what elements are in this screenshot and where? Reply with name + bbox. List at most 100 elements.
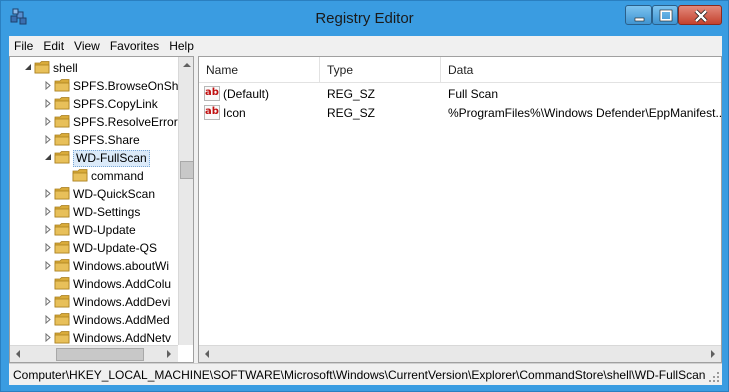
menu-bar: File Edit View Favorites Help: [9, 36, 722, 56]
folder-icon: [54, 259, 70, 272]
list-row[interactable]: ab Icon REG_SZ %ProgramFiles%\Windows Defen…: [199, 103, 721, 122]
tree-item[interactable]: Windows.aboutWi: [10, 257, 180, 275]
folder-icon: [54, 295, 70, 308]
list-row[interactable]: ab (Default) REG_SZ Full Scan: [199, 84, 721, 103]
tree-item[interactable]: WD-QuickScan: [10, 185, 180, 203]
close-icon: [694, 9, 708, 23]
cell-data: %ProgramFiles%\Windows Defender\EppManif…: [448, 106, 722, 120]
menu-favorites[interactable]: Favorites: [105, 36, 164, 56]
tree-item[interactable]: Windows.AddColu: [10, 275, 180, 293]
string-value-icon: ab: [204, 105, 220, 120]
minimize-icon: [634, 17, 645, 22]
expand-arrow-icon[interactable]: [44, 315, 52, 324]
tree-item-label: SPFS.BrowseOnSha: [73, 79, 186, 93]
cell-type: REG_SZ: [327, 106, 376, 120]
tree-item[interactable]: SPFS.ResolveError: [10, 113, 180, 131]
folder-icon: [34, 61, 50, 74]
expand-arrow-icon[interactable]: [44, 135, 52, 144]
tree-item-label: SPFS.Share: [73, 133, 140, 147]
registry-editor-window: Registry Editor File Edit View Favorites Hel…: [0, 0, 729, 392]
resize-grip-icon[interactable]: [708, 371, 720, 383]
folder-icon: [72, 169, 88, 182]
folder-icon: [54, 97, 70, 110]
folder-icon: [54, 223, 70, 236]
tree-item[interactable]: WD-FullScan: [10, 149, 180, 167]
scroll-right-icon[interactable]: [161, 346, 177, 362]
tree-item[interactable]: shell: [10, 59, 180, 77]
expand-arrow-icon[interactable]: [44, 243, 52, 252]
cell-type: REG_SZ: [327, 87, 376, 101]
expand-arrow-icon[interactable]: [44, 117, 52, 126]
tree-item-label: SPFS.CopyLink: [73, 97, 158, 111]
expand-arrow-icon[interactable]: [44, 297, 52, 306]
expand-arrow-icon[interactable]: [44, 189, 52, 198]
column-header-data[interactable]: Data: [441, 57, 721, 83]
expand-arrow-icon[interactable]: [44, 99, 52, 108]
tree-item-label: Windows.AddMed: [73, 313, 170, 327]
menu-view[interactable]: View: [69, 36, 105, 56]
tree-item[interactable]: Windows.AddMed: [10, 311, 180, 329]
expand-arrow-icon[interactable]: [44, 261, 52, 270]
tree-item[interactable]: Windows.AddDevi: [10, 293, 180, 311]
folder-icon: [54, 151, 70, 164]
tree-item-label: WD-Update: [73, 223, 136, 237]
tree-item-label: WD-QuickScan: [73, 187, 156, 201]
column-header-type[interactable]: Type: [320, 57, 441, 83]
minimize-button[interactable]: [625, 5, 652, 25]
tree-item-label: Windows.AddDevi: [73, 295, 171, 309]
tree-item-label: Windows.AddNetv: [73, 331, 172, 345]
expand-arrow-icon[interactable]: [44, 207, 52, 216]
status-bar: Computer\HKEY_LOCAL_MACHINE\SOFTWARE\Mic…: [9, 363, 722, 385]
tree-item[interactable]: WD-Update-QS: [10, 239, 180, 257]
tree-horizontal-scrollbar[interactable]: [10, 345, 178, 362]
tree-item-label: SPFS.ResolveError: [73, 115, 178, 129]
tree-item[interactable]: SPFS.CopyLink: [10, 95, 180, 113]
tree-item-label: Windows.aboutWi: [73, 259, 170, 273]
expand-arrow-icon[interactable]: [44, 225, 52, 234]
expand-arrow-icon[interactable]: [44, 81, 52, 90]
folder-icon: [54, 187, 70, 200]
scroll-left-icon[interactable]: [10, 346, 26, 362]
tree-item[interactable]: SPFS.Share: [10, 131, 180, 149]
tree-item-label: shell: [53, 61, 78, 75]
collapse-arrow-icon[interactable]: [44, 153, 52, 162]
cell-name: Icon: [223, 106, 246, 120]
cell-name: (Default): [223, 87, 270, 101]
tree-item[interactable]: WD-Update: [10, 221, 180, 239]
string-value-icon: ab: [204, 86, 220, 101]
menu-edit[interactable]: Edit: [38, 36, 69, 56]
menu-file[interactable]: File: [9, 36, 38, 56]
collapse-arrow-icon[interactable]: [24, 63, 32, 72]
registry-values-list[interactable]: Name Type Data ab (Default) REG_SZ Full Sca…: [198, 56, 722, 363]
list-horizontal-scrollbar[interactable]: [199, 345, 721, 362]
tree-item-label: command: [91, 169, 144, 183]
tree-item-label: WD-Update-QS: [73, 241, 158, 255]
tree-item[interactable]: command: [10, 167, 180, 185]
tree-vertical-scroll-thumb[interactable]: [180, 161, 193, 179]
folder-icon: [54, 79, 70, 92]
scroll-up-icon[interactable]: [179, 57, 194, 73]
folder-icon: [54, 115, 70, 128]
scroll-right-icon[interactable]: [705, 346, 721, 362]
titlebar[interactable]: Registry Editor: [1, 1, 728, 35]
maximize-icon: [659, 9, 673, 22]
folder-icon: [54, 241, 70, 254]
registry-key-tree[interactable]: shell SPFS.BrowseOnSha SPFS.CopyLink SPFS.R…: [9, 56, 194, 363]
folder-icon: [54, 277, 70, 290]
expand-arrow-icon[interactable]: [44, 333, 52, 342]
scroll-left-icon[interactable]: [199, 346, 215, 362]
tree-item-label: Windows.AddColu: [73, 277, 172, 291]
close-button[interactable]: [678, 5, 722, 25]
window-title: Registry Editor: [315, 10, 414, 27]
tree-vertical-scrollbar[interactable]: [178, 57, 194, 345]
tree-item-label: WD-Settings: [73, 205, 141, 219]
column-header-name[interactable]: Name: [199, 57, 320, 83]
maximize-button[interactable]: [652, 5, 678, 25]
tree-item[interactable]: WD-Settings: [10, 203, 180, 221]
status-key-path: Computer\HKEY_LOCAL_MACHINE\SOFTWARE\Mic…: [13, 368, 706, 382]
menu-help[interactable]: Help: [164, 36, 199, 56]
list-header: Name Type Data: [199, 57, 721, 83]
tree-horizontal-scroll-thumb[interactable]: [56, 348, 144, 361]
tree-item[interactable]: SPFS.BrowseOnSha: [10, 77, 185, 95]
cell-data: Full Scan: [448, 87, 499, 101]
